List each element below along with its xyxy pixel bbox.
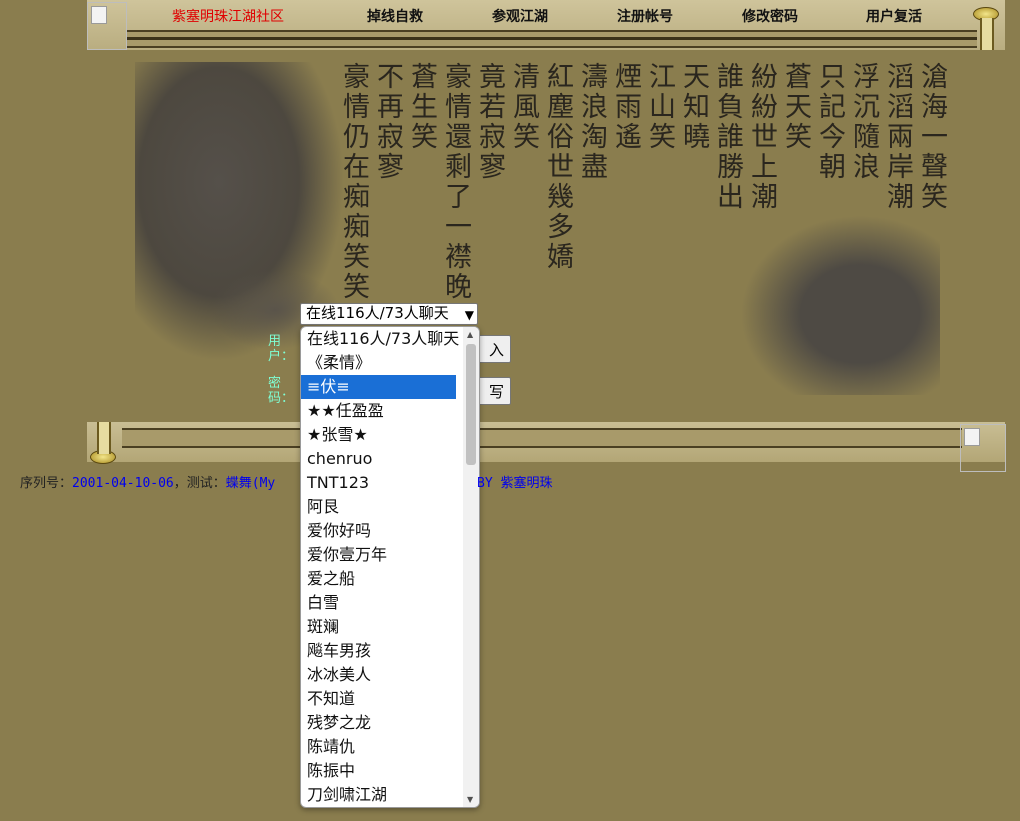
bottom-left-post-icon (97, 422, 111, 454)
dropdown-option[interactable]: 残梦之龙 (301, 711, 456, 735)
top-left-broken-image-icon (87, 2, 127, 50)
poem-column: 滔滔兩岸潮 (882, 62, 913, 212)
top-right-post-icon (980, 18, 994, 50)
serial-value[interactable]: 2001-04-10-06 (72, 476, 174, 491)
poem-column: 不再寂寥 (372, 62, 403, 182)
dropdown-option[interactable]: 白雪 (301, 591, 456, 615)
footer-info: 序列号：2001-04-10-06，测试：蝶舞(My BY 紫塞明珠 (20, 472, 552, 491)
dropdown-option[interactable]: chenruo (301, 447, 456, 471)
poem-column: 紛紛世上潮 (746, 62, 777, 212)
poem-column: 紅塵俗世幾多嬌 (542, 62, 573, 272)
poem-column: 豪情還剩了一襟晚 (440, 62, 471, 302)
dropdown-option[interactable]: 冰冰美人 (301, 663, 456, 687)
poem-column: 天知曉 (678, 62, 709, 152)
dropdown-option[interactable]: ★张雪★ (301, 423, 456, 447)
poem-column: 浮沉隨浪 (848, 62, 879, 182)
poem-column: 滄海一聲笑 (916, 62, 947, 212)
dropdown-option[interactable]: 斑斓 (301, 615, 456, 639)
bottom-scroll-rod (122, 428, 962, 448)
bottom-right-broken-image-icon (960, 424, 1006, 472)
poem-column: 煙雨遙 (610, 62, 641, 152)
poem-column: 只記今朝 (814, 62, 845, 182)
dropdown-option[interactable]: 爱你好吗 (301, 519, 456, 543)
nav-item-change-password[interactable]: 修改密码 (742, 6, 798, 26)
dropdown-option[interactable]: 不知道 (301, 687, 456, 711)
nav-item-register[interactable]: 注册帐号 (617, 6, 673, 26)
dropdown-option[interactable]: 爱之船 (301, 567, 456, 591)
dropdown-option[interactable]: 刀剑啸江湖 (301, 783, 456, 807)
guqin-player-figure-icon (740, 215, 940, 395)
dropdown-option[interactable]: ★★任盈盈 (301, 399, 456, 423)
poem-column: 江山笑 (644, 62, 675, 152)
dropdown-option[interactable]: 在线116人/73人聊天 (301, 327, 459, 351)
dropdown-option[interactable]: 飚车男孩 (301, 639, 456, 663)
dropdown-option[interactable]: 陈靖仇 (301, 735, 456, 759)
dropdown-option[interactable]: 《柔情》 (301, 351, 456, 375)
poem-column: 誰負誰勝出 (712, 62, 743, 212)
dropdown-option[interactable]: ≡伏≡ (301, 375, 456, 399)
nav-item-visit[interactable]: 参观江湖 (492, 6, 548, 26)
nav-home-link[interactable]: 紫塞明珠江湖社区 (172, 6, 284, 26)
dropdown-scrollbar[interactable]: ▲ ▼ (463, 327, 479, 807)
poem-column: 蒼生笑 (406, 62, 437, 152)
dropdown-option[interactable]: 爱你壹万年 (301, 543, 456, 567)
poem-column: 蒼天笑 (780, 62, 811, 152)
test-link[interactable]: 蝶舞(My (226, 476, 275, 491)
test-label: ，测试： (173, 476, 226, 491)
by-link[interactable]: BY 紫塞明珠 (477, 472, 552, 491)
scroll-up-arrow-icon[interactable]: ▲ (467, 330, 473, 339)
scroll-thumb[interactable] (466, 344, 476, 465)
serial-label: 序列号： (20, 476, 73, 491)
room-select-value: 在线116人/73人聊天 (306, 304, 449, 322)
poem-column: 濤浪淘盡 (576, 62, 607, 182)
poem-column: 竟若寂寥 (474, 62, 505, 182)
user-label: 用户： (268, 334, 295, 364)
poem-column: 清風笑 (508, 62, 539, 152)
chevron-down-icon: ▼ (464, 308, 474, 322)
scroll-down-arrow-icon[interactable]: ▼ (467, 795, 473, 804)
dropdown-option[interactable]: 陈振中 (301, 759, 456, 783)
nav-item-reconnect[interactable]: 掉线自救 (367, 6, 423, 26)
password-label: 密码： (268, 376, 295, 406)
top-scroll-rod (127, 30, 977, 48)
room-select-dropdown[interactable]: 在线116人/73人聊天 《柔情》 ≡伏≡ ★★任盈盈 ★张雪★ chenruo TNT12… (300, 326, 480, 808)
poem-column: 豪情仍在痴痴笑笑 (338, 62, 369, 302)
nav-item-revive[interactable]: 用户复活 (866, 6, 922, 26)
dropdown-option[interactable]: TNT123 (301, 471, 456, 495)
dropdown-list: 在线116人/73人聊天 《柔情》 ≡伏≡ ★★任盈盈 ★张雪★ chenruo TNT12… (301, 327, 479, 807)
dropdown-option[interactable]: 阿艮 (301, 495, 456, 519)
room-select[interactable]: 在线116人/73人聊天 ▼ (300, 303, 478, 325)
